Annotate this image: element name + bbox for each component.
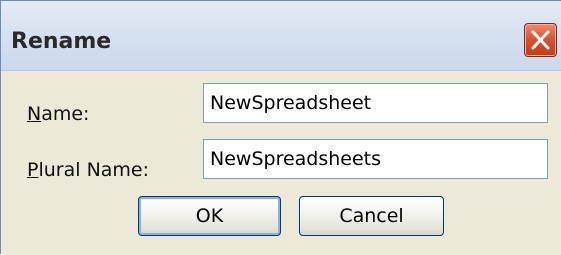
rename-dialog: Rename Name: Plural Name: OK Cancel	[0, 0, 561, 255]
name-label-text: ame:	[41, 103, 90, 125]
cancel-button[interactable]: Cancel	[299, 196, 444, 236]
plural-name-label-mnemonic: P	[27, 159, 39, 181]
close-button[interactable]	[524, 23, 557, 57]
dialog-title: Rename	[11, 29, 112, 54]
plural-name-label: Plural Name:	[27, 158, 149, 182]
title-bar[interactable]: Rename	[1, 1, 561, 71]
name-label-mnemonic: N	[27, 103, 42, 125]
plural-name-label-text: lural Name:	[38, 159, 150, 181]
name-input[interactable]	[203, 83, 548, 123]
name-label: Name:	[27, 102, 89, 126]
ok-button[interactable]: OK	[138, 196, 281, 236]
plural-name-input[interactable]	[203, 139, 548, 179]
close-icon	[531, 30, 550, 50]
